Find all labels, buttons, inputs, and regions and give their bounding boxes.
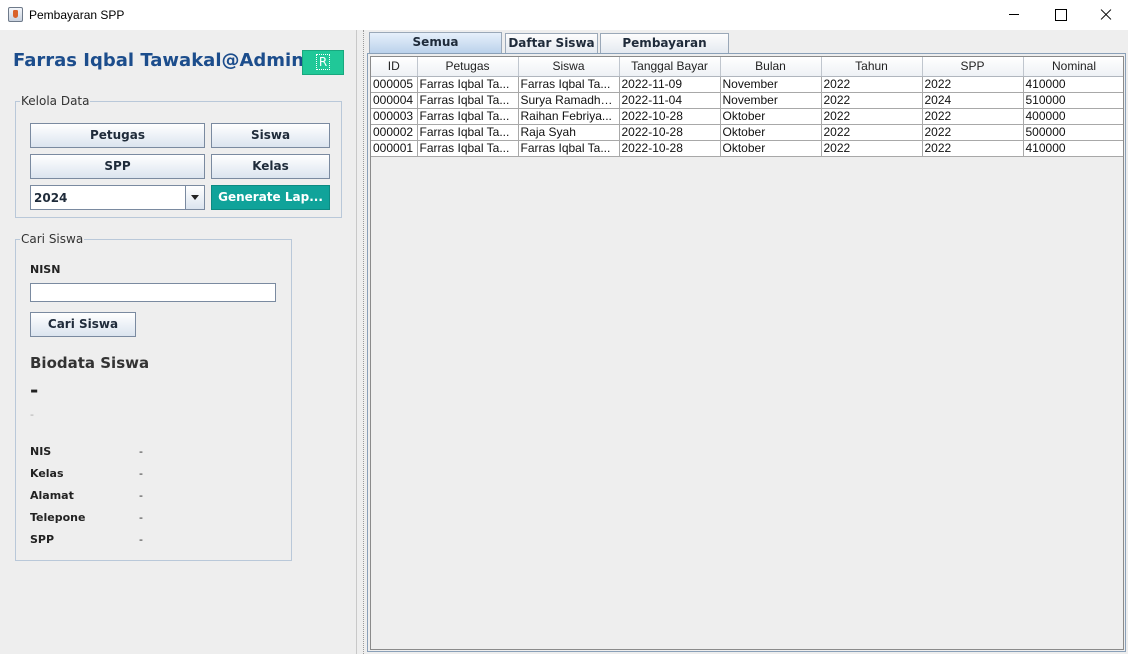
- table-cell[interactable]: 2022: [922, 108, 1024, 125]
- table-cell[interactable]: 000004: [371, 92, 418, 109]
- bio-value-alamat: -: [139, 489, 143, 502]
- table-cell[interactable]: Farras Iqbal Ta...: [417, 140, 519, 157]
- column-header[interactable]: Siswa: [518, 57, 620, 77]
- user-title: Farras Iqbal Tawakal@Admin: [13, 50, 305, 71]
- column-header[interactable]: ID: [371, 57, 418, 77]
- column-header[interactable]: Tanggal Bayar: [619, 57, 721, 77]
- biodata-name: -: [30, 378, 39, 402]
- column-header[interactable]: SPP: [922, 57, 1024, 77]
- table-cell[interactable]: Surya Ramadha...: [518, 92, 620, 109]
- tab-daftar-siswa[interactable]: Daftar Siswa: [505, 33, 598, 53]
- table-cell[interactable]: Farras Iqbal Ta...: [417, 108, 519, 125]
- nisn-input[interactable]: [30, 283, 276, 302]
- tab-content: ID Petugas Siswa Tanggal Bayar Bulan Tah…: [367, 53, 1126, 652]
- table-row[interactable]: 000002 Farras Iqbal Ta... Raja Syah 2022…: [371, 124, 1123, 141]
- biodata-title: Biodata Siswa: [30, 354, 150, 372]
- table-row[interactable]: 000004 Farras Iqbal Ta... Surya Ramadha.…: [371, 92, 1123, 109]
- column-header[interactable]: Bulan: [720, 57, 822, 77]
- tab-pembayaran-siswa[interactable]: Pembayaran Siswa: [600, 33, 729, 69]
- table-cell[interactable]: Farras Iqbal Ta...: [518, 140, 620, 157]
- table-row[interactable]: 000001 Farras Iqbal Ta... Farras Iqbal T…: [371, 140, 1123, 157]
- table-cell[interactable]: 2022-10-28: [619, 108, 721, 125]
- generate-report-button[interactable]: Generate Lap...: [211, 185, 330, 210]
- kelola-data-legend: Kelola Data: [20, 94, 91, 108]
- right-panel: Semua Pembayaran Daftar Siswa Pembayaran…: [364, 30, 1128, 654]
- bio-label-telepone: Telepone: [30, 511, 86, 524]
- table-cell[interactable]: 2022: [821, 124, 923, 141]
- table-cell[interactable]: 2022: [821, 92, 923, 109]
- table-cell[interactable]: 2022-11-09: [619, 76, 721, 93]
- payments-table-scroll[interactable]: ID Petugas Siswa Tanggal Bayar Bulan Tah…: [370, 56, 1124, 650]
- table-cell[interactable]: Farras Iqbal Ta...: [417, 92, 519, 109]
- chevron-down-icon[interactable]: [185, 186, 204, 209]
- bio-label-nis: NIS: [30, 445, 52, 458]
- bio-value-kelas: -: [139, 467, 143, 480]
- table-cell[interactable]: 2022-10-28: [619, 124, 721, 141]
- table-row[interactable]: 000003 Farras Iqbal Ta... Raihan Febriya…: [371, 108, 1123, 125]
- table-cell[interactable]: 000002: [371, 124, 418, 141]
- table-cell[interactable]: Raihan Febriya...: [518, 108, 620, 125]
- table-cell[interactable]: November: [720, 76, 822, 93]
- cari-siswa-button[interactable]: Cari Siswa: [30, 312, 136, 337]
- table-cell[interactable]: 2022: [821, 140, 923, 157]
- column-header[interactable]: Petugas: [417, 57, 519, 77]
- table-header-row: ID Petugas Siswa Tanggal Bayar Bulan Tah…: [371, 57, 1123, 77]
- table-cell[interactable]: 2022: [922, 124, 1024, 141]
- table-cell[interactable]: 2024: [922, 92, 1024, 109]
- payments-table[interactable]: ID Petugas Siswa Tanggal Bayar Bulan Tah…: [371, 57, 1123, 157]
- year-select-value: 2024: [34, 191, 68, 205]
- table-cell[interactable]: Raja Syah: [518, 124, 620, 141]
- table-cell[interactable]: 000005: [371, 76, 418, 93]
- tab-semua-pembayaran[interactable]: Semua Pembayaran: [369, 32, 502, 68]
- refresh-button-label: R: [315, 54, 331, 70]
- table-cell[interactable]: Oktober: [720, 108, 822, 125]
- table-cell[interactable]: 500000: [1023, 124, 1123, 141]
- table-cell[interactable]: 2022: [922, 76, 1024, 93]
- close-button[interactable]: [1083, 0, 1128, 30]
- table-cell[interactable]: 410000: [1023, 140, 1123, 157]
- table-cell[interactable]: 2022-11-04: [619, 92, 721, 109]
- table-cell[interactable]: Oktober: [720, 124, 822, 141]
- bio-label-spp: SPP: [30, 533, 55, 546]
- table-cell[interactable]: 510000: [1023, 92, 1123, 109]
- cari-siswa-legend: Cari Siswa: [20, 232, 85, 246]
- minimize-button[interactable]: [991, 0, 1037, 30]
- table-cell[interactable]: 410000: [1023, 76, 1123, 93]
- window-titlebar: Pembayaran SPP: [0, 0, 1128, 30]
- left-panel: Farras Iqbal Tawakal@Admin R Kelola Data…: [0, 30, 357, 654]
- column-header[interactable]: Tahun: [821, 57, 923, 77]
- table-cell[interactable]: Farras Iqbal Ta...: [417, 76, 519, 93]
- table-cell[interactable]: 000001: [371, 140, 418, 157]
- spp-button[interactable]: SPP: [30, 154, 205, 179]
- table-cell[interactable]: 2022: [821, 108, 923, 125]
- kelas-button[interactable]: Kelas: [211, 154, 330, 179]
- bio-label-kelas: Kelas: [30, 467, 64, 480]
- maximize-button[interactable]: [1037, 0, 1083, 30]
- table-row[interactable]: 000005 Farras Iqbal Ta... Farras Iqbal T…: [371, 76, 1123, 93]
- biodata-subtitle: -: [30, 408, 34, 421]
- table-cell[interactable]: 2022-10-28: [619, 140, 721, 157]
- nisn-label: NISN: [30, 263, 61, 276]
- column-header[interactable]: Nominal: [1023, 57, 1123, 77]
- table-cell[interactable]: Farras Iqbal Ta...: [518, 76, 620, 93]
- refresh-button[interactable]: R: [302, 50, 344, 75]
- window-title: Pembayaran SPP: [29, 8, 125, 22]
- petugas-button[interactable]: Petugas: [30, 123, 205, 148]
- split-pane-divider[interactable]: [357, 30, 364, 654]
- bio-label-alamat: Alamat: [30, 489, 74, 502]
- bio-value-nis: -: [139, 445, 143, 458]
- table-cell[interactable]: Oktober: [720, 140, 822, 157]
- table-cell[interactable]: 2022: [922, 140, 1024, 157]
- table-cell[interactable]: 000003: [371, 108, 418, 125]
- siswa-button[interactable]: Siswa: [211, 123, 330, 148]
- bio-value-telepone: -: [139, 511, 143, 524]
- bio-value-spp: -: [139, 533, 143, 546]
- table-cell[interactable]: November: [720, 92, 822, 109]
- year-select[interactable]: 2024: [30, 185, 205, 210]
- table-cell[interactable]: 2022: [821, 76, 923, 93]
- table-cell[interactable]: Farras Iqbal Ta...: [417, 124, 519, 141]
- table-cell[interactable]: 400000: [1023, 108, 1123, 125]
- java-cup-icon: [8, 7, 23, 22]
